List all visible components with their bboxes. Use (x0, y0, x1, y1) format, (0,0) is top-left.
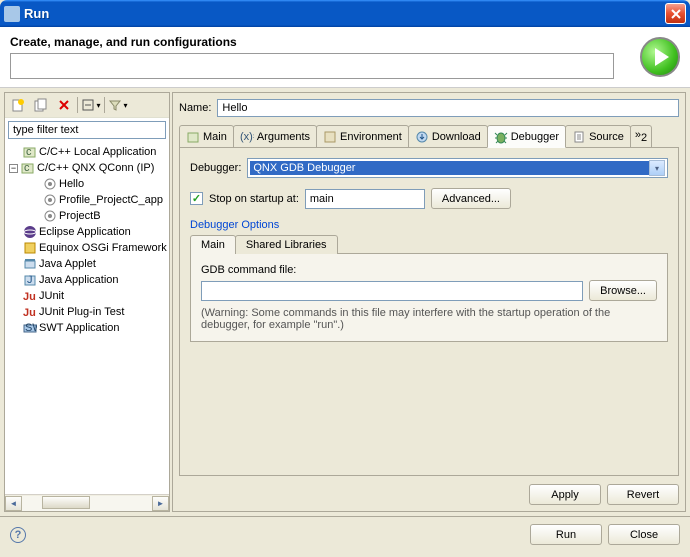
tree-item-c-qnx[interactable]: −cC/C++ QNX QConn (IP) (7, 160, 167, 176)
tree-label: JUnit Plug-in Test (39, 306, 124, 318)
dialog-footer: ? Run Close (0, 516, 690, 552)
gdb-cmd-label: GDB command file: (201, 264, 657, 276)
filter-button[interactable]: ▾ (107, 95, 129, 115)
tree-label: Equinox OSGi Framework (39, 242, 167, 254)
tree-label: Hello (59, 178, 84, 190)
tree-item-c-local[interactable]: c C/C++ Local Application (7, 144, 167, 160)
tree-item-junit-plugin[interactable]: JuJUnit Plug-in Test (7, 304, 167, 320)
tab-environment[interactable]: Environment (316, 125, 409, 147)
tree-label: Profile_ProjectC_app (59, 194, 163, 206)
svg-text:(x)=: (x)= (240, 131, 254, 143)
tree-label: Java Applet (39, 258, 96, 270)
advanced-button[interactable]: Advanced... (431, 188, 511, 209)
chevron-down-icon: ▾ (649, 160, 665, 176)
header-banner (10, 53, 614, 79)
new-config-button[interactable] (7, 95, 29, 115)
browse-button[interactable]: Browse... (589, 280, 657, 301)
tree-label: JUnit (39, 290, 64, 302)
window-title: Run (24, 6, 665, 21)
help-icon[interactable]: ? (10, 527, 26, 543)
svg-text:J: J (27, 274, 33, 286)
tab-download[interactable]: Download (408, 125, 488, 147)
tab-label: Main (203, 131, 227, 143)
tree-item-hello[interactable]: Hello (7, 176, 167, 192)
gdb-command-file-input[interactable] (201, 281, 583, 301)
main-panel: Name: Main (x)=Arguments Environment Dow… (172, 92, 686, 512)
tree-item-java-app[interactable]: J Java Application (7, 272, 167, 288)
tree-item-equinox[interactable]: Equinox OSGi Framework (7, 240, 167, 256)
tab-label: Download (432, 131, 481, 143)
sidebar: ▾ ▾ cC/C++ Local Application −cC/C++ QNX… (4, 92, 170, 512)
titlebar: Run (0, 0, 690, 27)
sidebar-toolbar: ▾ ▾ (5, 93, 169, 118)
name-label: Name: (179, 102, 211, 114)
scroll-right-button[interactable]: ► (152, 496, 169, 511)
debugger-label: Debugger: (190, 162, 241, 174)
svg-text:c: c (26, 146, 32, 158)
delete-config-button[interactable] (53, 95, 75, 115)
tab-label: Debugger (511, 131, 559, 143)
stop-function-input[interactable] (305, 189, 425, 209)
tree-label: Eclipse Application (39, 226, 131, 238)
subtab-main[interactable]: Main (190, 235, 236, 254)
tree-item-applet[interactable]: Java Applet (7, 256, 167, 272)
debugger-options-panel: GDB command file: Browse... (Warning: So… (190, 253, 668, 342)
tree-label: SWT Application (39, 322, 120, 334)
tree-item-profile[interactable]: Profile_ProjectC_app (7, 192, 167, 208)
tab-source[interactable]: Source (565, 125, 631, 147)
dialog-header: Create, manage, and run configurations (0, 27, 690, 88)
tab-main[interactable]: Main (179, 125, 234, 147)
tree-item-junit[interactable]: JuJUnit (7, 288, 167, 304)
stop-on-startup-checkbox[interactable]: ✓ (190, 192, 203, 205)
tree-label: C/C++ Local Application (39, 146, 156, 158)
tab-label: Source (589, 131, 624, 143)
stop-label: Stop on startup at: (209, 193, 299, 205)
name-input[interactable] (217, 99, 679, 117)
scroll-left-button[interactable]: ◄ (5, 496, 22, 511)
sidebar-hscroll[interactable]: ◄ ► (5, 494, 169, 511)
gdb-warning: (Warning: Some commands in this file may… (201, 307, 657, 331)
svg-text:SWT: SWT (25, 322, 37, 334)
svg-text:Ju: Ju (23, 307, 36, 319)
tree-label: ProjectB (59, 210, 101, 222)
window-close-button[interactable] (665, 3, 686, 24)
tree-item-eclipse[interactable]: Eclipse Application (7, 224, 167, 240)
copy-config-button[interactable] (30, 95, 52, 115)
scroll-thumb[interactable] (42, 496, 90, 509)
filter-input[interactable] (8, 121, 166, 139)
tab-arguments[interactable]: (x)=Arguments (233, 125, 317, 147)
run-circle-icon (640, 37, 680, 77)
tree-item-projectb[interactable]: ProjectB (7, 208, 167, 224)
tab-label: Arguments (257, 131, 310, 143)
svg-text:c: c (24, 162, 30, 174)
tab-debugger[interactable]: Debugger (487, 125, 566, 148)
tab-label: Environment (340, 131, 402, 143)
debugger-select[interactable]: QNX GDB Debugger ▾ (247, 158, 668, 178)
collapse-all-button[interactable]: ▾ (80, 95, 102, 115)
debugger-panel: Debugger: QNX GDB Debugger ▾ ✓ Stop on s… (179, 148, 679, 476)
header-title: Create, manage, and run configurations (10, 35, 632, 49)
apply-button[interactable]: Apply (529, 484, 601, 505)
tree-item-swt[interactable]: SWTSWT Application (7, 320, 167, 336)
close-button[interactable]: Close (608, 524, 680, 545)
run-button[interactable]: Run (530, 524, 602, 545)
subtab-shared[interactable]: Shared Libraries (235, 235, 338, 254)
svg-text:Ju: Ju (23, 291, 36, 303)
debugger-value: QNX GDB Debugger (250, 161, 649, 175)
revert-button[interactable]: Revert (607, 484, 679, 505)
config-tree[interactable]: cC/C++ Local Application −cC/C++ QNX QCo… (5, 142, 169, 494)
overflow-label: »2 (635, 129, 647, 141)
debugger-options-label: Debugger Options (190, 219, 668, 231)
tab-bar: Main (x)=Arguments Environment Download … (179, 125, 679, 148)
tree-label: C/C++ QNX QConn (IP) (37, 162, 154, 174)
app-icon (4, 6, 20, 22)
tree-label: Java Application (39, 274, 119, 286)
tabs-overflow-button[interactable]: »2 (630, 125, 652, 147)
